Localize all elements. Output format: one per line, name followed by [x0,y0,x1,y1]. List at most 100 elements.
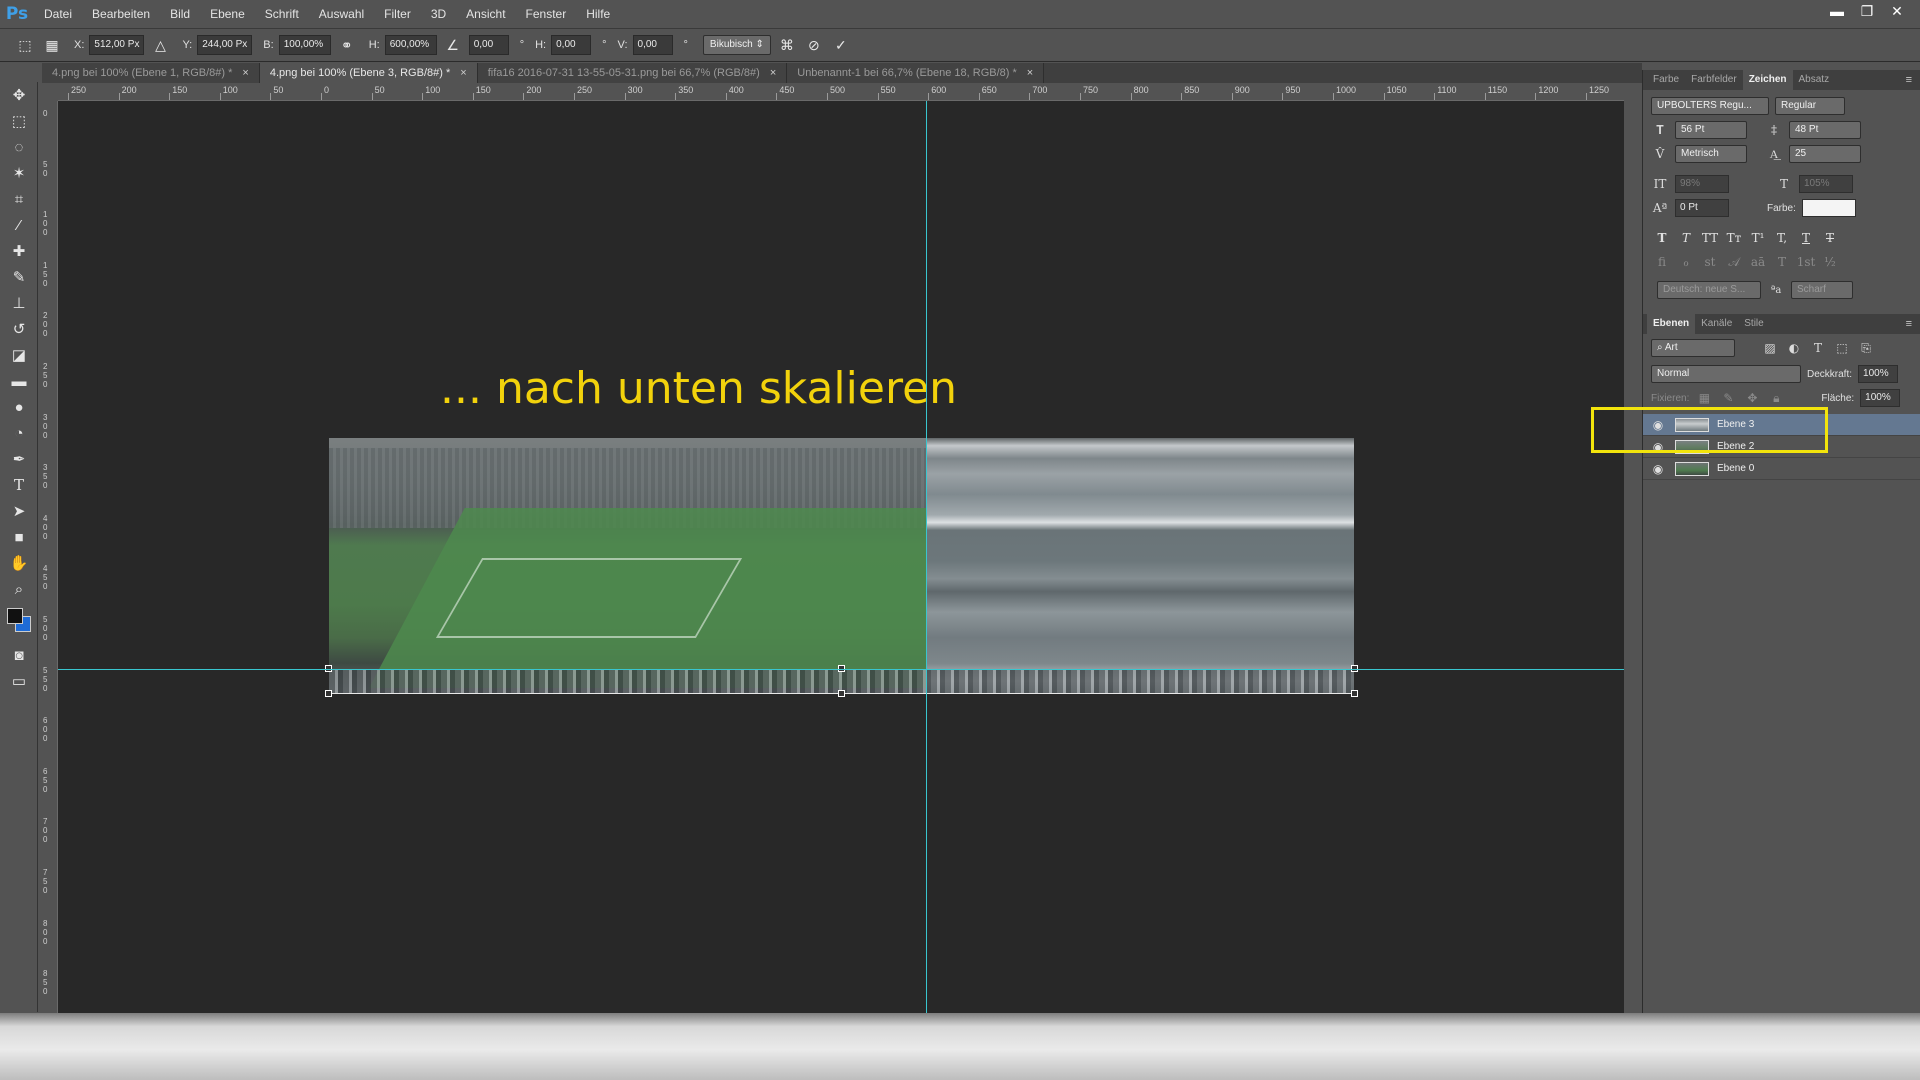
baseline-shift-field[interactable]: 0 Pt [1675,199,1729,217]
fractions-button[interactable]: ½ [1819,255,1841,269]
cancel-transform-icon[interactable]: ⊘ [803,34,825,56]
faux-italic-button[interactable]: T [1675,231,1697,245]
menu-fenster[interactable]: Fenster [516,0,577,28]
tab-document-2[interactable]: 4.png bei 100% (Ebene 3, RGB/8#) * × [259,63,478,83]
layers-menu-icon[interactable]: ≡ [1906,318,1920,330]
magic-wand-icon[interactable]: ✶ [0,160,38,186]
transform-handle-bottom-right[interactable] [1351,690,1358,697]
menu-bearbeiten[interactable]: Bearbeiten [82,0,160,28]
stadium-image-layer[interactable] [329,438,1354,694]
faux-bold-button[interactable]: T [1651,231,1673,245]
tab-kanaele[interactable]: Kanäle [1695,314,1738,334]
layer-row[interactable]: ◉ Ebene 0 [1643,458,1920,480]
angle-field[interactable]: 0,00 [468,35,509,55]
zoom-icon[interactable]: ⌕ [0,576,38,602]
tracking-field[interactable]: 25 [1789,145,1861,163]
transform-handle-bottom-center[interactable] [838,690,845,697]
filter-adjustment-icon[interactable]: ◐ [1785,341,1803,355]
menu-bild[interactable]: Bild [160,0,200,28]
hskew-field[interactable]: 0,00 [551,35,592,55]
lock-image-icon[interactable]: ✎ [1719,391,1737,405]
all-caps-button[interactable]: TT [1699,231,1721,245]
blend-mode-select[interactable]: Normal [1651,365,1801,383]
commit-transform-icon[interactable]: ✓ [830,34,852,56]
close-button[interactable]: ✕ [1884,2,1910,20]
close-icon[interactable]: × [1027,63,1033,83]
horizontal-scale-field[interactable]: 105% [1799,175,1853,193]
healing-brush-icon[interactable]: ✚ [0,238,38,264]
tab-ebenen[interactable]: Ebenen [1647,314,1696,334]
font-family-select[interactable]: UPBOLTERS Regu... [1651,97,1769,115]
blur-icon[interactable]: ● [0,394,38,420]
dodge-icon[interactable]: ◔ [0,420,38,446]
brush-icon[interactable]: ✎ [0,264,38,290]
stamp-icon[interactable]: ⊥ [0,290,38,316]
superscript-button[interactable]: T¹ [1747,231,1769,245]
font-size-field[interactable]: 56 Pt [1675,121,1747,139]
close-icon[interactable]: × [460,63,466,83]
canvas-area[interactable]: ... nach unten skalieren [58,101,1624,1013]
tab-document-1[interactable]: 4.png bei 100% (Ebene 1, RGB/8#) * × [42,63,260,83]
color-swatches[interactable] [0,602,38,642]
menu-auswahl[interactable]: Auswahl [309,0,374,28]
lock-position-icon[interactable]: ✥ [1743,391,1761,405]
pen-icon[interactable]: ✒ [0,446,38,472]
menu-ansicht[interactable]: Ansicht [456,0,515,28]
kerning-select[interactable]: Metrisch [1675,145,1747,163]
ordinals-button[interactable]: 1st [1795,255,1817,269]
filter-type-icon[interactable]: T [1809,341,1827,355]
tab-stile[interactable]: Stile [1738,314,1769,334]
y-position-field[interactable]: 244,00 Px [197,35,253,55]
x-position-field[interactable]: 512,00 Px [89,35,145,55]
foreground-color-swatch[interactable] [7,608,23,624]
underline-button[interactable]: T [1795,231,1817,245]
menu-3d[interactable]: 3D [421,0,456,28]
width-field[interactable]: 100,00% [278,35,331,55]
subscript-button[interactable]: T, [1771,231,1793,245]
close-icon[interactable]: × [770,63,776,83]
stylistic-alternates-button[interactable]: aā [1747,255,1769,269]
transform-tool-icon[interactable]: ⬚ [14,34,36,56]
filter-pixel-icon[interactable]: ▨ [1761,341,1779,355]
restore-button[interactable]: ❐ [1854,2,1880,20]
path-select-icon[interactable]: ➤ [0,498,38,524]
layer-filter-select[interactable]: ⌕ Art [1651,339,1735,357]
menu-hilfe[interactable]: Hilfe [576,0,620,28]
eyedropper-icon[interactable]: ⁄ [0,212,38,238]
guide-vertical[interactable] [926,101,927,1013]
menu-ebene[interactable]: Ebene [200,0,255,28]
ligatures-button[interactable]: ﬁ [1651,255,1673,269]
vskew-field[interactable]: 0,00 [632,35,673,55]
lasso-icon[interactable]: ◌ [0,134,38,160]
tab-document-4[interactable]: Unbenannt-1 bei 66,7% (Ebene 18, RGB/8) … [787,63,1045,83]
close-icon[interactable]: × [242,63,248,83]
eraser-icon[interactable]: ◪ [0,342,38,368]
quick-mask-icon[interactable]: ◙ [0,642,38,668]
strikethrough-button[interactable]: T [1819,231,1841,245]
history-brush-icon[interactable]: ↺ [0,316,38,342]
shape-icon[interactable]: ■ [0,524,38,550]
panel-menu-icon[interactable]: ≡ [1906,74,1920,86]
menu-datei[interactable]: Datei [34,0,82,28]
height-field[interactable]: 600,00% [384,35,437,55]
contextual-alternates-button[interactable]: st [1699,255,1721,269]
interpolation-select[interactable]: Bikubisch ⇕ [702,35,771,55]
gradient-icon[interactable]: ▬ [0,368,38,394]
minimize-button[interactable]: ▬ [1824,2,1850,20]
eye-icon[interactable]: ◉ [1649,462,1667,476]
layer-name[interactable]: Ebene 0 [1717,463,1754,474]
tab-absatz[interactable]: Absatz [1793,70,1836,90]
antialias-select[interactable]: Scharf [1791,281,1853,299]
delta-icon[interactable]: △ [149,34,171,56]
menu-filter[interactable]: Filter [374,0,421,28]
swash-button[interactable]: 𝒜 [1723,255,1745,270]
screen-mode-icon[interactable]: ▭ [0,668,38,694]
leading-field[interactable]: 48 Pt [1789,121,1861,139]
vertical-scale-field[interactable]: 98% [1675,175,1729,193]
tab-farbfelder[interactable]: Farbfelder [1685,70,1743,90]
language-select[interactable]: Deutsch: neue S... [1657,281,1761,299]
filter-smart-object-icon[interactable]: ⎘ [1857,341,1875,356]
discretionary-ligatures-button[interactable]: ℴ [1675,255,1697,269]
move-icon[interactable]: ✥ [0,82,38,108]
marquee-icon[interactable]: ⬚ [0,108,38,134]
